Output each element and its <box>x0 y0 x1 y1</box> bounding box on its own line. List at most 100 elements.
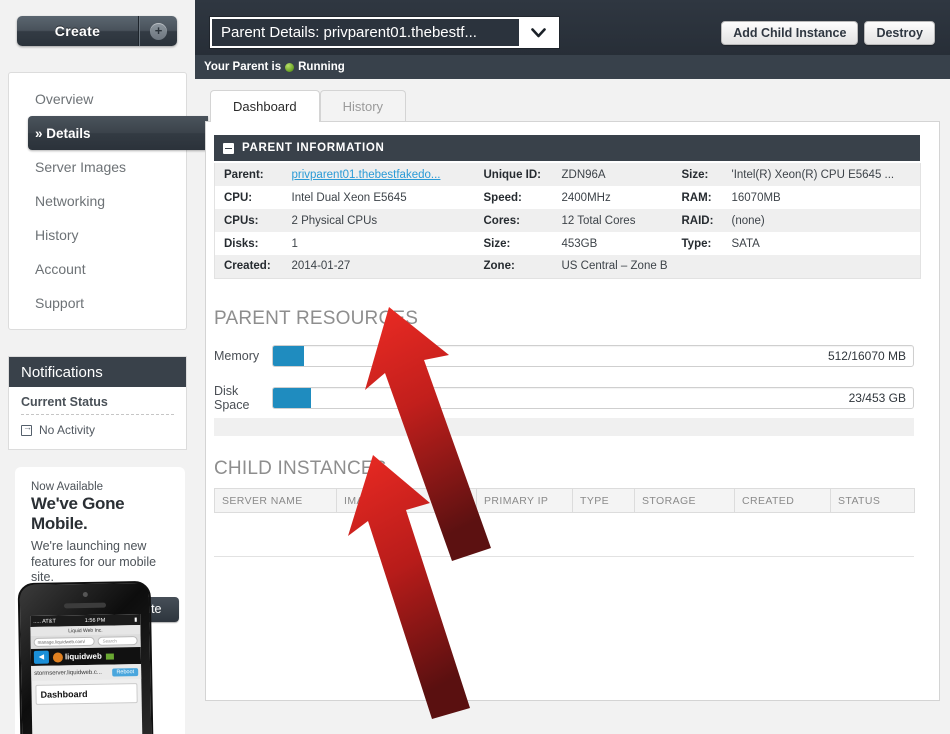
collapse-icon[interactable] <box>223 142 234 154</box>
cell-value: 2014-01-27 <box>291 260 351 273</box>
phone-menu-icon <box>105 653 114 660</box>
phone-search-field: Search <box>97 636 138 646</box>
cell-value: (none) <box>731 214 765 227</box>
parent-resources-title: PARENT RESOURCES <box>214 308 419 329</box>
column-server-name[interactable]: SERVER NAME <box>214 488 337 513</box>
cell-value: ZDN96A <box>561 168 606 181</box>
top-actions: Add Child Instance Destroy <box>721 21 935 45</box>
column-primary-ip[interactable]: PRIMARY IP <box>476 488 573 513</box>
child-table-bottom-rule <box>214 556 914 557</box>
cell-value: 'Intel(R) Xeon(R) CPU E5645 ... <box>731 168 895 181</box>
column-type[interactable]: TYPE <box>572 488 635 513</box>
phone-card-title: Dashboard <box>40 688 88 700</box>
table-empty-row <box>214 512 915 557</box>
cell-key: Created: <box>224 260 271 273</box>
promo-kicker: Now Available <box>31 481 104 493</box>
sidebar-item-overview[interactable]: Overview <box>9 82 186 116</box>
table-row: Parent: privparent01.thebestfakedo... Un… <box>214 163 921 186</box>
resources-divider <box>214 418 914 436</box>
left-sidebar: Create + Overview » Details Server Image… <box>0 0 208 734</box>
cell-key: Unique ID: <box>483 168 542 181</box>
phone-time: 1:56 PM <box>84 617 106 624</box>
dashboard-panel: PARENT INFORMATION Parent: privparent01.… <box>205 121 940 701</box>
primary-nav: Overview » Details Server Images Network… <box>8 72 208 330</box>
column-storage[interactable]: STORAGE <box>634 488 735 513</box>
cell-key: Parent: <box>224 168 264 181</box>
phone-app-nav: ◀ liquidweb <box>30 647 142 666</box>
table-row: CPUs: 2 Physical CPUs Cores: 12 Total Co… <box>214 209 921 232</box>
cell-key: Size: <box>483 237 511 250</box>
phone-battery-icon: ▮ <box>134 616 138 623</box>
disk-meter-value: 23/453 GB <box>848 391 906 406</box>
table-row: Created: 2014-01-27 Zone: US Central – Z… <box>214 255 921 278</box>
phone-dashboard-card: Dashboard <box>35 683 138 705</box>
column-created[interactable]: CREATED <box>734 488 831 513</box>
cell-key: RAM: <box>681 191 712 204</box>
create-button-group[interactable]: Create + <box>17 16 177 46</box>
cell-key: CPUs: <box>224 214 259 227</box>
phone-back-icon: ◀ <box>33 650 50 664</box>
create-add-button[interactable]: + <box>139 16 177 46</box>
cell-key: Cores: <box>483 214 520 227</box>
cell-value: privparent01.thebestfakedo... <box>283 163 475 186</box>
parent-link[interactable]: privparent01.thebestfakedo... <box>292 169 441 181</box>
add-child-instance-button[interactable]: Add Child Instance <box>721 21 859 45</box>
cell-key: Disks: <box>224 237 259 250</box>
activity-label: No Activity <box>39 423 96 437</box>
memory-meter-row: Memory 512/16070 MB <box>214 345 914 367</box>
phone-carrier: ..... AT&T <box>33 618 56 625</box>
table-row: CPU: Intel Dual Xeon E5645 Speed: 2400MH… <box>214 186 921 209</box>
cell-value: 2 Physical CPUs <box>291 214 378 227</box>
activity-row[interactable]: No Activity <box>21 422 174 437</box>
cell-value <box>723 255 921 278</box>
parent-information-table: Parent: privparent01.thebestfakedo... Un… <box>214 163 921 279</box>
tab-dashboard[interactable]: Dashboard <box>210 90 320 122</box>
cell-value: SATA <box>731 237 760 250</box>
child-instances-title: CHILD INSTANCES <box>214 458 387 479</box>
cell-value: Intel Dual Xeon E5645 <box>291 191 407 204</box>
table-header-row: SERVER NAME IMAGE NAME PRIMARY IP TYPE S… <box>214 488 915 513</box>
disk-label: Disk Space <box>214 384 250 413</box>
cell-value: 453GB <box>561 237 598 250</box>
destroy-button[interactable]: Destroy <box>864 21 935 45</box>
sidebar-item-server-images[interactable]: Server Images <box>9 150 186 184</box>
phone-url-field: manage.liquidweb.com/ <box>33 636 95 647</box>
cell-key: Type: <box>681 237 712 250</box>
cell-value: US Central – Zone B <box>561 260 668 273</box>
status-prefix: Your Parent is <box>204 61 282 73</box>
phone-speaker-icon <box>63 602 107 609</box>
column-status[interactable]: STATUS <box>830 488 915 513</box>
memory-label: Memory <box>214 348 260 363</box>
parent-information-title: PARENT INFORMATION <box>242 142 385 154</box>
status-led-icon <box>285 62 295 72</box>
cell-key: Zone: <box>483 260 515 273</box>
status-value: Running <box>298 61 345 73</box>
top-bar: Parent Details: privparent01.thebestf...… <box>195 0 950 55</box>
disk-meter-row: Disk Space 23/453 GB <box>214 384 914 413</box>
cell-value: 1 <box>291 237 298 250</box>
parent-information-header[interactable]: PARENT INFORMATION <box>214 135 920 161</box>
create-button[interactable]: Create <box>17 16 139 46</box>
column-image-name[interactable]: IMAGE NAME <box>336 488 477 513</box>
cell-key: RAID: <box>681 214 714 227</box>
cell-key: CPU: <box>224 191 253 204</box>
promo-title: We've Gone Mobile. <box>31 494 125 533</box>
sidebar-item-details[interactable]: » Details <box>28 116 208 150</box>
plus-icon: + <box>150 22 167 40</box>
cell-value: 2400MHz <box>561 191 611 204</box>
phone-camera-icon <box>82 591 88 598</box>
main-region: Parent Details: privparent01.thebestf...… <box>195 0 950 734</box>
parent-selector[interactable]: Parent Details: privparent01.thebestf... <box>210 17 559 48</box>
disk-meter-fill <box>273 388 312 409</box>
child-instances-table: SERVER NAME IMAGE NAME PRIMARY IP TYPE S… <box>214 488 915 557</box>
sidebar-item-support[interactable]: Support <box>9 286 186 320</box>
sidebar-item-history[interactable]: History <box>9 218 186 252</box>
sidebar-item-networking[interactable]: Networking <box>9 184 186 218</box>
notifications-title: Notifications <box>9 357 186 387</box>
tab-history[interactable]: History <box>319 90 407 122</box>
phone-reboot-button: Reboot <box>112 667 139 677</box>
memory-meter: 512/16070 MB <box>272 345 914 367</box>
cell-value: 16070MB <box>731 191 781 204</box>
sidebar-item-account[interactable]: Account <box>9 252 186 286</box>
memory-meter-value: 512/16070 MB <box>827 349 906 363</box>
